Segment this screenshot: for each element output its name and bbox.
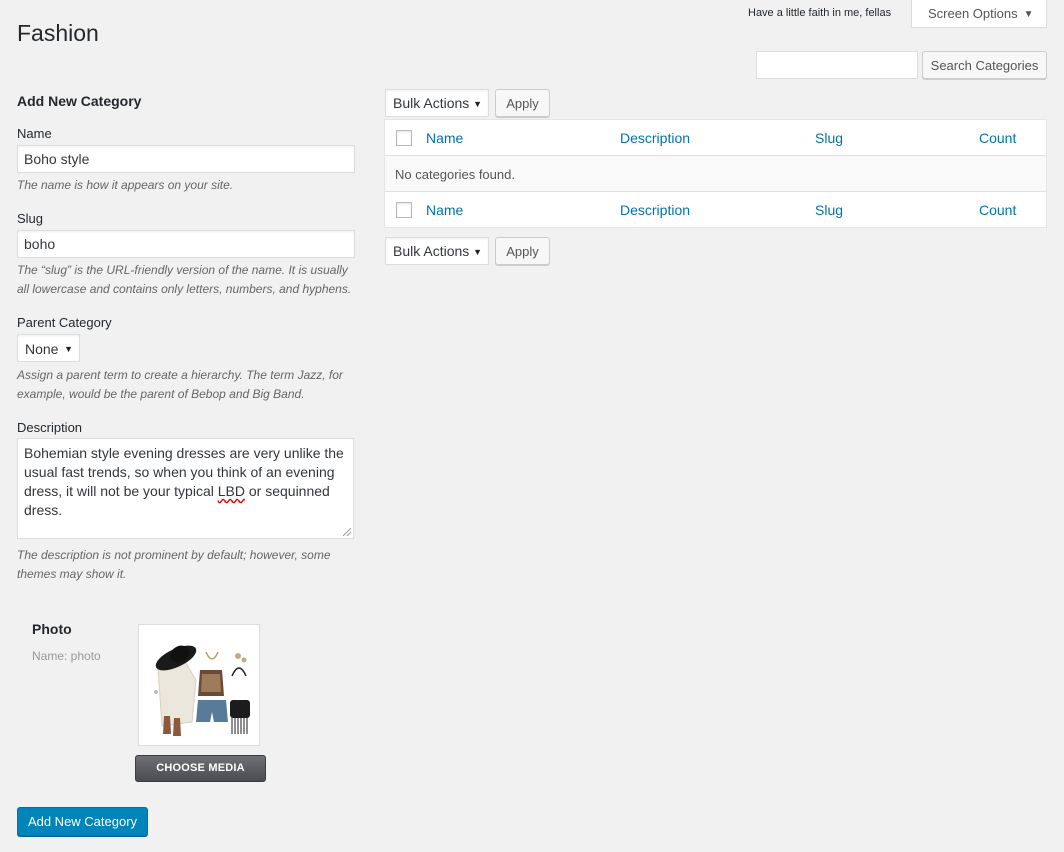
categories-table: Name Description Slug Count No categorie… bbox=[384, 119, 1047, 228]
photo-title: Photo bbox=[32, 621, 72, 637]
page-title: Fashion bbox=[17, 20, 99, 46]
misspelled-word: LBD bbox=[217, 483, 245, 499]
table-footer-row: Name Description Slug Count bbox=[385, 192, 1046, 228]
search-categories-button[interactable]: Search Categories bbox=[922, 51, 1047, 79]
form-heading: Add New Category bbox=[17, 93, 142, 109]
screen-options-button[interactable]: Screen Options ▼ bbox=[911, 0, 1047, 28]
name-field[interactable]: Boho style bbox=[17, 145, 355, 173]
bulk-actions-label: Bulk Actions bbox=[393, 243, 470, 259]
search-input[interactable] bbox=[756, 51, 918, 79]
slug-field[interactable]: boho bbox=[17, 230, 355, 258]
choose-media-button[interactable]: CHOOSE MEDIA bbox=[135, 755, 266, 782]
select-all-checkbox[interactable] bbox=[396, 130, 412, 146]
apply-button-bottom[interactable]: Apply bbox=[495, 237, 550, 265]
column-footer-slug[interactable]: Slug bbox=[815, 202, 843, 218]
screen-options-label: Screen Options bbox=[928, 6, 1018, 21]
bulk-actions-select-bottom[interactable]: Bulk Actions ▼ bbox=[385, 237, 489, 265]
parent-category-select[interactable]: None ▼ bbox=[17, 334, 80, 362]
parent-category-label: Parent Category bbox=[17, 315, 112, 330]
caret-down-icon: ▼ bbox=[473, 247, 482, 257]
table-row: No categories found. bbox=[385, 156, 1046, 192]
photo-thumbnail bbox=[138, 624, 260, 746]
column-footer-description[interactable]: Description bbox=[620, 202, 690, 218]
description-line: dress, it will not be your typical LBD o… bbox=[24, 482, 347, 501]
select-all-checkbox[interactable] bbox=[396, 202, 412, 218]
column-footer-count[interactable]: Count bbox=[979, 202, 1016, 218]
description-textarea[interactable]: Bohemian style evening dresses are very … bbox=[17, 438, 354, 539]
description-text: or sequinned bbox=[244, 483, 330, 499]
slug-label: Slug bbox=[17, 211, 44, 226]
column-header-name[interactable]: Name bbox=[426, 130, 463, 146]
site-tagline: Have a little faith in me, fellas bbox=[748, 7, 892, 19]
description-help: The description is not prominent by defa… bbox=[17, 546, 372, 584]
description-line: Bohemian style evening dresses are very … bbox=[24, 445, 344, 461]
bulk-actions-select-top[interactable]: Bulk Actions ▼ bbox=[385, 89, 489, 117]
resize-handle-icon[interactable] bbox=[343, 528, 351, 536]
slug-help: The “slug” is the URL-friendly version o… bbox=[17, 261, 372, 299]
apply-button-top[interactable]: Apply bbox=[495, 89, 550, 117]
no-items-message: No categories found. bbox=[395, 167, 515, 182]
name-help: The name is how it appears on your site. bbox=[17, 178, 234, 192]
caret-down-icon: ▼ bbox=[1023, 9, 1034, 20]
add-new-category-button[interactable]: Add New Category bbox=[17, 807, 148, 836]
parent-help-line: example, would be the parent of Bebop an… bbox=[17, 387, 305, 401]
column-header-description[interactable]: Description bbox=[620, 130, 690, 146]
caret-down-icon: ▼ bbox=[64, 344, 73, 354]
description-label: Description bbox=[17, 420, 83, 435]
description-text: dress, it will not be your typical bbox=[24, 483, 218, 499]
column-header-slug[interactable]: Slug bbox=[815, 130, 843, 146]
column-header-count[interactable]: Count bbox=[979, 130, 1016, 146]
photo-subtitle: Name: photo bbox=[32, 649, 101, 663]
parent-category-value: None bbox=[25, 341, 59, 357]
boho-outfit-image bbox=[144, 630, 254, 740]
name-label: Name bbox=[17, 126, 52, 141]
caret-down-icon: ▼ bbox=[473, 99, 482, 109]
description-help-line: themes may show it. bbox=[17, 567, 127, 581]
description-line: usual fast trends, so when you think of … bbox=[24, 464, 335, 480]
column-footer-name[interactable]: Name bbox=[426, 202, 463, 218]
description-line: dress. bbox=[24, 502, 63, 518]
slug-help-line: The “slug” is the URL-friendly version o… bbox=[17, 263, 348, 277]
parent-help-line: Assign a parent term to create a hierarc… bbox=[17, 368, 343, 382]
parent-help: Assign a parent term to create a hierarc… bbox=[17, 366, 372, 404]
slug-help-line: all lowercase and contains only letters,… bbox=[17, 282, 352, 296]
bulk-actions-label: Bulk Actions bbox=[393, 95, 470, 111]
description-help-line: The description is not prominent by defa… bbox=[17, 548, 331, 562]
table-header-row: Name Description Slug Count bbox=[385, 120, 1046, 156]
